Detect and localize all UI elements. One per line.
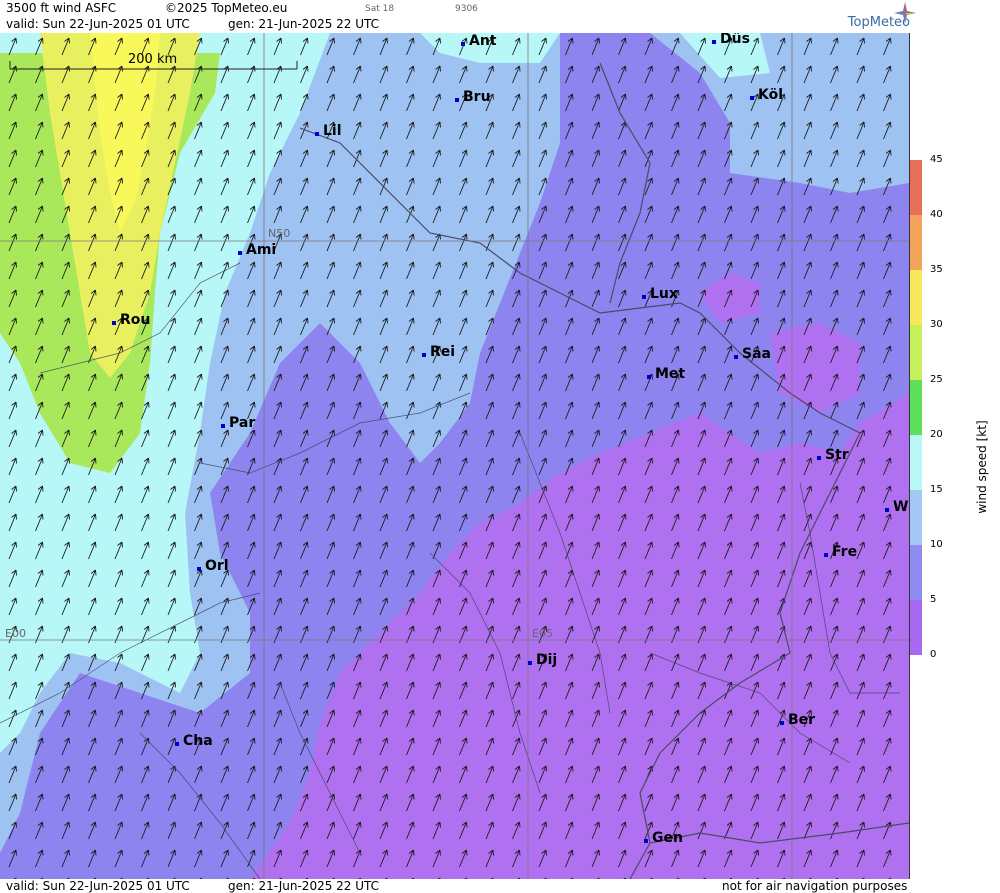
footer-disclaimer: not for air navigation purposes xyxy=(722,879,908,893)
city-marker xyxy=(455,98,459,102)
legend-band xyxy=(910,325,922,380)
city-paris[interactable]: Par xyxy=(221,415,255,431)
legend-band xyxy=(910,435,922,490)
city-w[interactable]: W xyxy=(885,499,908,515)
wind-map[interactable]: 200 km N50 E00 E05 Ant Düs Bru Köl Lil A… xyxy=(0,33,910,879)
generated-time: gen: 21-Jun-2025 22 UTC xyxy=(228,17,380,31)
legend-tick: 45 xyxy=(930,154,943,165)
city-reims[interactable]: Rei xyxy=(422,344,455,360)
city-brussels[interactable]: Bru xyxy=(455,89,491,105)
grid-label-e00: E00 xyxy=(5,627,26,640)
city-orleans[interactable]: Orl xyxy=(197,558,229,574)
city-metz[interactable]: Met xyxy=(647,366,685,382)
legend-tick: 40 xyxy=(930,209,943,220)
city-dijon[interactable]: Dij xyxy=(528,652,557,668)
city-marker xyxy=(315,132,319,136)
city-marker xyxy=(712,40,716,44)
city-chateauroux[interactable]: Cha xyxy=(175,733,213,749)
city-marker xyxy=(780,721,784,725)
city-freiburg[interactable]: Fre xyxy=(824,544,857,560)
city-antwerp[interactable]: Ant xyxy=(461,33,497,49)
wind-arrows xyxy=(0,33,909,879)
city-marker xyxy=(197,567,201,571)
city-marker xyxy=(734,355,738,359)
map-footer: valid: Sun 22-Jun-2025 01 UTC gen: 21-Ju… xyxy=(0,879,910,893)
city-marker xyxy=(644,839,648,843)
valid-time: valid: Sun 22-Jun-2025 01 UTC xyxy=(6,17,190,31)
legend-band xyxy=(910,270,922,325)
map-header: 3500 ft wind ASFC ©2025 TopMeteo.eu Sat … xyxy=(0,0,910,33)
city-marker xyxy=(642,295,646,299)
run-tag: Sat 18 xyxy=(365,4,395,14)
city-geneva[interactable]: Gen xyxy=(644,830,683,846)
city-koln[interactable]: Köl xyxy=(750,87,783,103)
map-title: 3500 ft wind ASFC xyxy=(6,1,117,15)
legend-tick: 0 xyxy=(930,649,937,660)
legend-tick: 20 xyxy=(930,429,943,440)
city-marker xyxy=(824,553,828,557)
legend-tick: 30 xyxy=(930,319,943,330)
city-marker xyxy=(238,251,242,255)
city-marker xyxy=(750,96,754,100)
compass-star-icon xyxy=(894,2,916,24)
city-marker xyxy=(461,42,465,46)
city-amiens[interactable]: Ami xyxy=(238,242,276,258)
copyright: ©2025 TopMeteo.eu xyxy=(165,1,288,15)
city-dusseldorf[interactable]: Düs xyxy=(712,33,750,47)
footer-valid-time: valid: Sun 22-Jun-2025 01 UTC xyxy=(6,879,190,893)
legend-tick: 10 xyxy=(930,539,943,550)
brand-logo: TopMeteo xyxy=(848,0,1000,33)
legend-tick: 5 xyxy=(930,594,937,605)
city-marker xyxy=(112,321,116,325)
grid-label-n50: N50 xyxy=(268,227,291,240)
legend-band xyxy=(910,600,922,655)
legend-band xyxy=(910,545,922,600)
city-rouen[interactable]: Rou xyxy=(112,312,150,328)
grid-label-e05: E05 xyxy=(532,627,553,640)
legend-tick: 35 xyxy=(930,264,943,275)
run-code: 9306 xyxy=(455,4,478,14)
city-marker xyxy=(528,661,532,665)
city-marker xyxy=(817,456,821,460)
legend-band xyxy=(910,490,922,545)
legend-unit-label: wind speed [kt] xyxy=(975,420,989,514)
wind-field xyxy=(0,33,909,879)
legend-band xyxy=(910,215,922,270)
city-lille[interactable]: Lil xyxy=(315,123,342,139)
city-marker xyxy=(221,424,225,428)
scale-label: 200 km xyxy=(128,52,178,67)
legend-tick: 15 xyxy=(930,484,943,495)
legend-tick: 25 xyxy=(930,374,943,385)
city-marker xyxy=(885,508,889,512)
legend-band xyxy=(910,380,922,435)
city-marker xyxy=(422,353,426,357)
city-marker xyxy=(647,375,651,379)
city-luxembourg[interactable]: Lux xyxy=(642,286,678,302)
city-marker xyxy=(175,742,179,746)
footer-generated-time: gen: 21-Jun-2025 22 UTC xyxy=(228,879,380,893)
city-bern[interactable]: Ber xyxy=(780,712,815,728)
city-strasbourg[interactable]: Str xyxy=(817,447,849,463)
legend-band xyxy=(910,160,922,215)
city-saarbrucken[interactable]: Saa xyxy=(734,346,771,362)
